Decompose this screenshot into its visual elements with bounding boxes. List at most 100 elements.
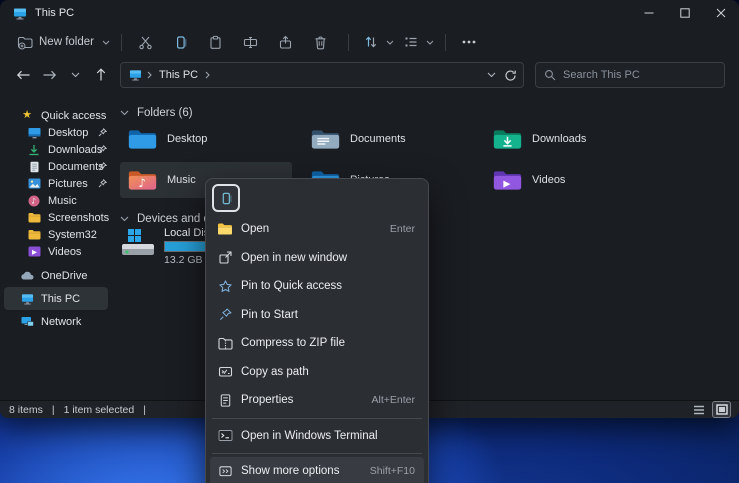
monitor-icon [20,293,34,305]
new-folder-button[interactable]: New folder [12,29,115,55]
toolbar-divider [348,34,349,51]
breadcrumb-this-pc[interactable]: This PC [157,69,200,81]
view-button[interactable] [399,29,439,55]
sidebar-item-this-pc[interactable]: This PC [4,287,108,310]
tile-desktop[interactable]: Desktop [120,121,292,157]
window-controls [631,0,739,26]
minimize-button[interactable] [631,0,667,26]
context-menu-item-pin-to-start[interactable]: Pin to Start [210,301,424,330]
folders-section-header[interactable]: Folders (6) [120,107,193,119]
chevron-down-icon [426,40,434,45]
share-button[interactable] [272,29,299,55]
context-menu-item-compress-to-zip[interactable]: Compress to ZIP file [210,329,424,358]
back-button[interactable] [10,62,36,88]
recent-locations-button[interactable] [62,62,88,88]
context-menu-separator [212,418,422,419]
terminal-icon [217,429,233,442]
devices-section-header[interactable]: Devices and dri [120,213,216,225]
copy-action-button[interactable] [212,184,240,212]
sidebar-item-downloads[interactable]: Downloads [0,141,112,158]
cut-icon [138,35,153,50]
sidebar-item-network[interactable]: Network [0,313,112,330]
svg-text:▶: ▶ [503,179,510,189]
open-folder-icon [217,222,233,236]
new-folder-icon [17,35,33,50]
delete-icon [313,35,328,50]
copy-icon [219,191,233,206]
context-menu-item-show-more-options[interactable]: Show more options Shift+F10 [210,457,424,483]
music-icon: ♪ [27,195,41,207]
see-more-icon [462,40,476,44]
svg-text:▶: ▶ [32,248,37,256]
search-icon [544,69,556,81]
context-menu: Open Enter Open in new window Pin to Qui… [205,178,429,483]
sidebar-item-music[interactable]: ♪ Music [0,192,112,209]
new-folder-label: New folder [39,36,94,48]
sidebar-item-quick-access[interactable]: ★ Quick access [0,107,112,124]
context-menu-item-open-in-new-window[interactable]: Open in new window [210,244,424,273]
context-menu-item-copy-as-path[interactable]: Copy as path [210,358,424,387]
context-menu-separator [212,453,422,454]
sort-icon [364,35,378,49]
folder-icon [27,212,41,223]
details-view-icon [693,405,705,415]
up-button[interactable] [88,62,114,88]
star-icon: ★ [20,110,34,121]
desktop: { "titlebar": { "title": "This PC" }, "t… [0,0,739,483]
show-more-options-icon [217,464,233,478]
details-view-button[interactable] [690,402,707,417]
downloads-folder-icon [492,126,523,152]
cut-button[interactable] [132,29,159,55]
sidebar-item-screenshots[interactable]: Screenshots [0,209,112,226]
svg-text:♪: ♪ [31,196,36,205]
sort-button[interactable] [359,29,399,55]
context-menu-item-properties[interactable]: Properties Alt+Enter [210,386,424,415]
rename-button[interactable] [237,29,264,55]
sidebar-item-onedrive[interactable]: OneDrive [0,267,112,284]
zip-folder-icon [217,337,233,350]
status-separator: | [52,404,55,416]
command-toolbar: New folder [0,26,739,58]
address-dropdown-chevron-icon[interactable] [487,72,496,78]
sidebar-item-pictures[interactable]: Pictures [0,175,112,192]
context-menu-item-open-in-windows-terminal[interactable]: Open in Windows Terminal [210,422,424,451]
view-icon [404,35,418,49]
pin-icon [98,179,107,188]
copy-button[interactable] [167,29,194,55]
context-menu-item-open[interactable]: Open Enter [210,215,424,244]
document-icon [27,161,41,173]
refresh-icon[interactable] [504,69,517,82]
search-box[interactable] [535,62,725,88]
copy-icon [173,35,188,50]
close-button[interactable] [703,0,739,26]
search-input[interactable] [563,69,716,81]
delete-button[interactable] [307,29,334,55]
sidebar-item-documents[interactable]: Documents [0,158,112,175]
sidebar-item-desktop[interactable]: Desktop [0,124,112,141]
see-more-button[interactable] [456,29,483,55]
copy-as-path-icon [217,365,233,378]
tile-videos[interactable]: ▶ Videos [485,162,657,198]
properties-icon [217,393,233,408]
paste-button[interactable] [202,29,229,55]
sidebar-item-system32[interactable]: System32 [0,226,112,243]
context-menu-item-pin-to-quick-access[interactable]: Pin to Quick access [210,272,424,301]
sidebar-item-videos[interactable]: ▶ Videos [0,243,112,260]
titlebar: This PC [0,0,739,26]
chevron-down-icon [386,40,394,45]
desktop-folder-icon [127,126,158,152]
tile-documents[interactable]: Documents [303,121,475,157]
this-pc-icon [13,7,27,20]
pin-icon [98,145,107,154]
items-count: 8 items [9,404,43,416]
large-icons-view-button[interactable] [713,402,730,417]
forward-button[interactable] [36,62,62,88]
local-disk-icon [120,227,156,259]
share-icon [278,35,293,50]
tile-downloads[interactable]: Downloads [485,121,657,157]
video-icon: ▶ [27,246,41,257]
cloud-icon [20,271,34,280]
maximize-button[interactable] [667,0,703,26]
address-bar[interactable]: This PC [120,62,524,88]
navigation-pane: ★ Quick access Desktop Downloads Documen… [0,96,112,400]
